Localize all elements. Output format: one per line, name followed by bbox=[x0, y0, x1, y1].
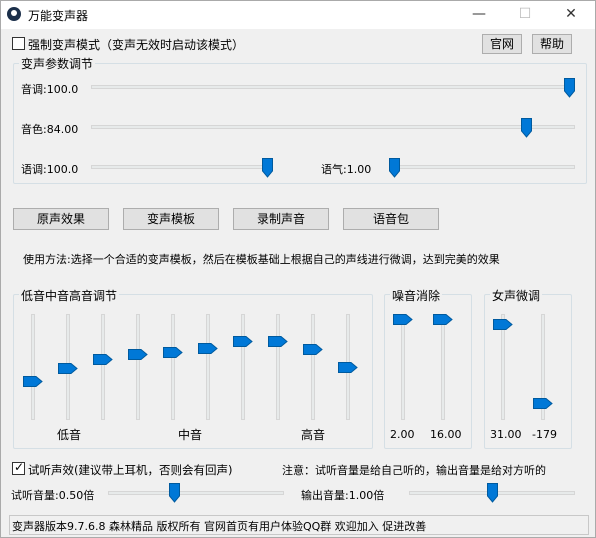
female-left-slider-thumb[interactable] bbox=[493, 318, 513, 330]
pitch-track[interactable] bbox=[91, 85, 575, 89]
eq-band-9-slider-thumb[interactable] bbox=[303, 344, 323, 356]
noise-right-track[interactable] bbox=[441, 314, 445, 420]
timbre-track[interactable] bbox=[91, 125, 575, 129]
tone-label: 语气:1.00 bbox=[321, 163, 372, 176]
speed-track[interactable] bbox=[91, 165, 273, 169]
minimize-button[interactable]: — bbox=[456, 1, 502, 29]
eq-band-1-track[interactable] bbox=[31, 314, 35, 420]
tone-slider-thumb[interactable] bbox=[389, 158, 400, 178]
tone-track[interactable] bbox=[389, 165, 575, 169]
low-band-label: 低音 bbox=[57, 428, 82, 442]
female-right-value: -179 bbox=[532, 428, 557, 441]
eq-band-3-track[interactable] bbox=[101, 314, 105, 420]
speed-label: 语调:100.0 bbox=[21, 163, 79, 176]
monitor-checkbox[interactable] bbox=[12, 460, 25, 475]
female-right-slider-thumb[interactable] bbox=[533, 397, 553, 409]
pitch-slider-thumb[interactable] bbox=[564, 78, 575, 98]
equalizer-group-title: 低音中音高音调节 bbox=[19, 287, 120, 304]
maximize-button[interactable]: ☐ bbox=[502, 1, 548, 29]
app-icon bbox=[7, 7, 21, 21]
eq-band-4-track[interactable] bbox=[136, 314, 140, 420]
noise-left-slider-thumb[interactable] bbox=[393, 314, 413, 325]
eq-band-8-slider-thumb[interactable] bbox=[268, 335, 288, 347]
noise-left-track[interactable] bbox=[401, 314, 405, 420]
eq-band-2-slider-thumb[interactable] bbox=[58, 363, 78, 375]
title-bar: 万能变声器 — ☐ ✕ bbox=[1, 1, 595, 29]
eq-band-9-track[interactable] bbox=[311, 314, 315, 420]
female-group-title: 女声微调 bbox=[490, 287, 543, 304]
eq-band-6-track[interactable] bbox=[206, 314, 210, 420]
noise-group-title: 噪音消除 bbox=[390, 287, 443, 304]
window-title: 万能变声器 bbox=[28, 9, 89, 23]
main-window: 万能变声器 — ☐ ✕ 强制变声模式（变声无效时启动该模式） 官网 帮助 变声参… bbox=[0, 0, 596, 538]
output-volume-slider-thumb[interactable] bbox=[486, 483, 498, 503]
voice-pack-button[interactable]: 语音包 bbox=[343, 208, 439, 230]
force-mode-checkbox[interactable] bbox=[12, 37, 25, 50]
eq-band-10-slider-thumb[interactable] bbox=[338, 361, 358, 373]
eq-band-4-slider-thumb[interactable] bbox=[128, 349, 148, 361]
noise-right-value: 16.00 bbox=[430, 428, 462, 441]
listen-volume-label: 试听音量:0.50倍 bbox=[11, 489, 95, 502]
website-button[interactable]: 官网 bbox=[482, 34, 522, 54]
eq-band-6-slider-thumb[interactable] bbox=[198, 342, 218, 354]
listen-volume-slider-thumb[interactable] bbox=[169, 483, 181, 503]
volume-note: 注意：试听音量是给自己听的，输出音量是给对方听的 bbox=[282, 464, 546, 477]
noise-right-slider-thumb[interactable] bbox=[433, 314, 453, 325]
noise-left-value: 2.00 bbox=[390, 428, 415, 441]
eq-band-3-slider-thumb[interactable] bbox=[93, 353, 113, 365]
eq-band-5-track[interactable] bbox=[171, 314, 175, 420]
female-left-value: 31.00 bbox=[490, 428, 522, 441]
record-voice-button[interactable]: 录制声音 bbox=[233, 208, 329, 230]
output-volume-label: 输出音量:1.00倍 bbox=[301, 489, 385, 502]
pitch-label: 音调:100.0 bbox=[21, 83, 79, 96]
status-text: 变声器版本9.7.6.8 森林精品 版权所有 官网首页有用户体验QQ群 欢迎加入… bbox=[12, 520, 427, 533]
usage-instructions: 使用方法:选择一个合适的变声模板，然后在模板基础上根据自己的声线进行微调，达到完… bbox=[23, 253, 500, 266]
listen-volume-track[interactable] bbox=[108, 491, 284, 495]
female-left-track[interactable] bbox=[501, 314, 505, 420]
speed-slider-thumb[interactable] bbox=[262, 158, 273, 178]
eq-band-5-slider-thumb[interactable] bbox=[163, 347, 183, 359]
voice-templates-button[interactable]: 变声模板 bbox=[123, 208, 219, 230]
eq-band-7-track[interactable] bbox=[241, 314, 245, 420]
help-button[interactable]: 帮助 bbox=[532, 34, 572, 54]
timbre-slider-thumb[interactable] bbox=[521, 118, 533, 138]
close-button[interactable]: ✕ bbox=[548, 1, 594, 29]
monitor-label: 试听声效(建议带上耳机，否则会有回声) bbox=[28, 463, 233, 477]
female-group bbox=[484, 294, 572, 449]
force-mode-label: 强制变声模式（变声无效时启动该模式） bbox=[28, 38, 245, 52]
status-bar: 变声器版本9.7.6.8 森林精品 版权所有 官网首页有用户体验QQ群 欢迎加入… bbox=[9, 515, 589, 535]
params-group-title: 变声参数调节 bbox=[19, 55, 96, 72]
mid-band-label: 中音 bbox=[178, 428, 203, 442]
original-voice-button[interactable]: 原声效果 bbox=[13, 208, 109, 230]
timbre-label: 音色:84.00 bbox=[21, 123, 79, 136]
eq-band-1-slider-thumb[interactable] bbox=[23, 375, 43, 387]
high-band-label: 高音 bbox=[301, 428, 326, 442]
eq-band-8-track[interactable] bbox=[276, 314, 280, 420]
eq-band-7-slider-thumb[interactable] bbox=[233, 335, 253, 347]
